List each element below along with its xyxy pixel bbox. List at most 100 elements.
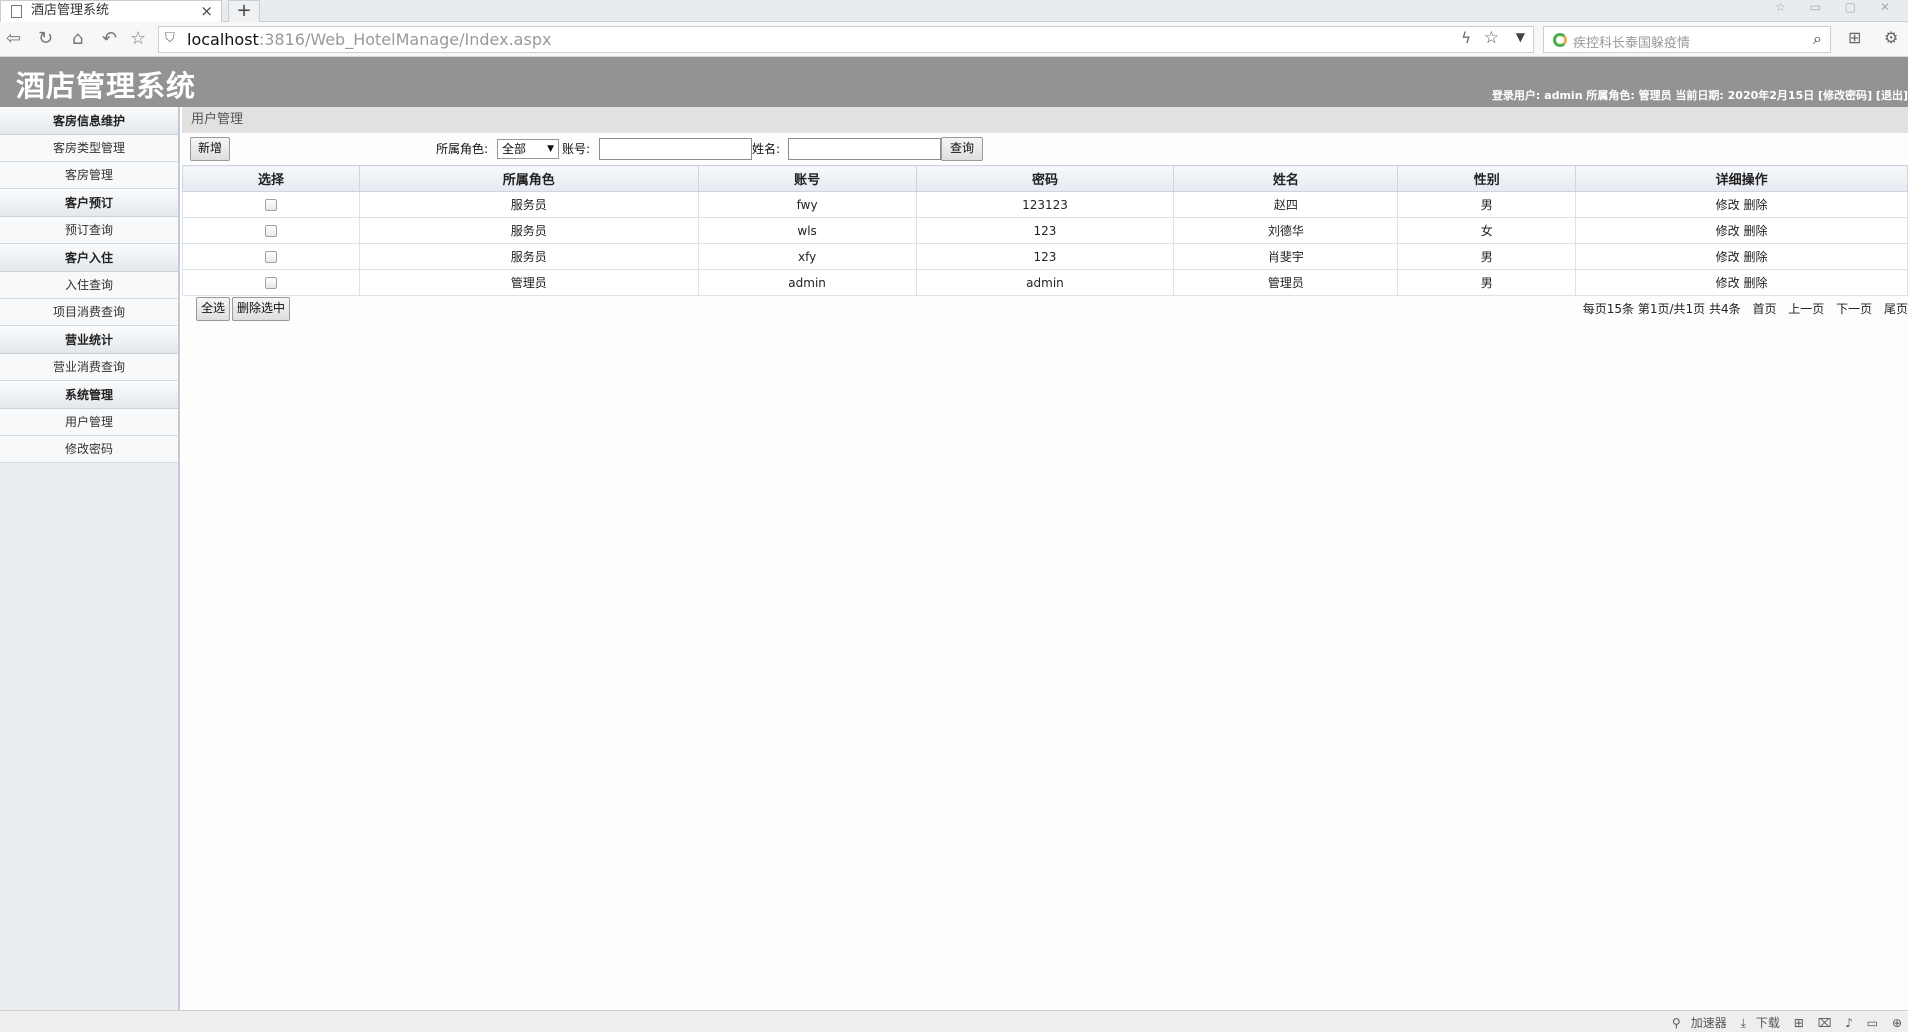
- edit-link[interactable]: 修改: [1716, 250, 1740, 264]
- row-name: 管理员: [1173, 269, 1399, 296]
- row-name: 肖斐宇: [1173, 243, 1399, 270]
- app-header: 酒店管理系统 登录用户: admin 所属角色: 管理员 当前日期: 2020年…: [0, 57, 1908, 107]
- accelerator-icon[interactable]: ⚲: [1672, 1016, 1681, 1030]
- row-gender: 男: [1397, 191, 1577, 218]
- user-table: 选择 所属角色 账号 密码 姓名 性别 详细操作 服务员 fwy 123123 …: [182, 165, 1908, 296]
- screen-icon[interactable]: ▭: [1867, 1016, 1878, 1030]
- add-button[interactable]: 新增: [190, 137, 230, 161]
- speaker-icon[interactable]: ♪: [1845, 1016, 1853, 1030]
- row-role: 服务员: [358, 217, 699, 244]
- breadcrumb: 用户管理: [182, 107, 1908, 133]
- row-checkbox[interactable]: [264, 277, 277, 289]
- close-tab-icon[interactable]: ×: [200, 1, 213, 21]
- search-box[interactable]: 疾控科长泰国躲疫情 ⌕: [1543, 26, 1831, 53]
- account-input[interactable]: [599, 138, 752, 160]
- delete-link[interactable]: 删除: [1743, 198, 1767, 212]
- delete-link[interactable]: 删除: [1743, 250, 1767, 264]
- toolbar: 新增 所属角色: 全部 ▼ 账号: 姓名: 查询: [182, 133, 1908, 169]
- pager-first[interactable]: 首页: [1752, 302, 1776, 316]
- browser-tab[interactable]: 酒店管理系统 ×: [0, 0, 222, 23]
- edit-link[interactable]: 修改: [1716, 198, 1740, 212]
- address-bar[interactable]: ⛉ localhost:3816/Web_HotelManage/Index.a…: [158, 26, 1534, 53]
- pager-prev[interactable]: 上一页: [1788, 302, 1824, 316]
- select-all-button[interactable]: 全选: [196, 297, 230, 321]
- bookmark-star-icon[interactable]: ☆: [1484, 28, 1499, 48]
- zoom-icon[interactable]: ⊕: [1892, 1016, 1902, 1030]
- table-row: 管理员 admin admin 管理员 男 修改 删除: [182, 269, 1908, 296]
- home-icon[interactable]: ⌂: [72, 28, 83, 50]
- app-title: 酒店管理系统: [16, 69, 197, 103]
- pager-last[interactable]: 尾页: [1884, 302, 1908, 316]
- sidebar-item-room-manage[interactable]: 客房管理: [0, 162, 178, 189]
- name-label: 姓名:: [752, 142, 781, 156]
- role-label: 所属角色:: [436, 142, 489, 156]
- sidebar-item-checkin-query[interactable]: 入住查询: [0, 272, 178, 299]
- browser-tabbar: 酒店管理系统 × + ☆ ▭ ▢ ✕: [0, 0, 1908, 23]
- trash-icon[interactable]: ⌧: [1818, 1016, 1832, 1030]
- row-actions: 修改 删除: [1575, 269, 1908, 296]
- tools-icon[interactable]: ⚙: [1884, 28, 1898, 47]
- row-actions: 修改 删除: [1575, 243, 1908, 270]
- delete-link[interactable]: 删除: [1743, 224, 1767, 238]
- refresh-icon[interactable]: ↻: [38, 28, 53, 50]
- back-icon[interactable]: ⇦: [6, 28, 21, 50]
- delete-link[interactable]: 删除: [1743, 276, 1767, 290]
- sidebar-item-booking-query[interactable]: 预订查询: [0, 217, 178, 244]
- download-icon[interactable]: ⤓: [1741, 1016, 1746, 1030]
- table-header-row: 选择 所属角色 账号 密码 姓名 性别 详细操作: [182, 165, 1908, 192]
- user-info[interactable]: 登录用户: admin 所属角色: 管理员 当前日期: 2020年2月15日 […: [1492, 87, 1908, 103]
- row-checkbox[interactable]: [264, 251, 277, 263]
- row-password: 123: [915, 243, 1175, 270]
- sidebar-group-booking[interactable]: 客户预订: [0, 189, 178, 217]
- query-button[interactable]: 查询: [941, 137, 983, 161]
- row-checkbox[interactable]: [264, 199, 277, 211]
- header-gender: 性别: [1397, 165, 1577, 192]
- search-engine-logo-icon: [1553, 33, 1567, 47]
- row-actions: 修改 删除: [1575, 191, 1908, 218]
- row-select-cell: [182, 243, 360, 270]
- row-role: 服务员: [358, 243, 699, 270]
- edit-link[interactable]: 修改: [1716, 276, 1740, 290]
- sidebar-item-revenue-query[interactable]: 营业消费查询: [0, 354, 178, 381]
- sidebar-item-consume-query[interactable]: 项目消费查询: [0, 299, 178, 326]
- pager-info: 每页15条 第1页/共1页 共4条: [1582, 302, 1741, 316]
- plus-box-icon[interactable]: ⊞: [1794, 1016, 1804, 1030]
- row-checkbox[interactable]: [264, 225, 277, 237]
- lightning-icon[interactable]: ϟ: [1461, 29, 1471, 47]
- sidebar-group-system[interactable]: 系统管理: [0, 381, 178, 409]
- pager-next[interactable]: 下一页: [1836, 302, 1872, 316]
- header-actions: 详细操作: [1575, 165, 1908, 192]
- row-role: 服务员: [358, 191, 699, 218]
- row-password: 123: [915, 217, 1175, 244]
- sidebar-item-user-manage[interactable]: 用户管理: [0, 409, 178, 436]
- window-controls[interactable]: ☆ ▭ ▢ ✕: [1775, 0, 1900, 14]
- name-input[interactable]: [788, 138, 941, 160]
- row-account: fwy: [697, 191, 917, 218]
- status-download[interactable]: 下载: [1756, 1016, 1780, 1030]
- shield-icon: ⛉: [165, 31, 175, 46]
- favorite-star-icon[interactable]: ☆: [130, 28, 146, 50]
- chevron-down-icon[interactable]: ▼: [1516, 30, 1525, 44]
- sidebar-group-room-info[interactable]: 客房信息维护: [0, 107, 178, 135]
- search-icon[interactable]: ⌕: [1813, 29, 1822, 49]
- new-tab-button[interactable]: +: [228, 0, 260, 22]
- search-placeholder: 疾控科长泰国躲疫情: [1573, 36, 1691, 51]
- delete-selected-button[interactable]: 删除选中: [232, 297, 290, 321]
- chevron-down-icon: ▼: [547, 144, 554, 154]
- row-select-cell: [182, 191, 360, 218]
- status-items: ⚲ 加速器 ⤓ 下载 ⊞ ⌧ ♪ ▭ ⊕: [1662, 1014, 1902, 1031]
- role-select[interactable]: 全部 ▼: [497, 139, 559, 159]
- row-gender: 男: [1397, 243, 1577, 270]
- sidebar-item-room-type[interactable]: 客房类型管理: [0, 135, 178, 162]
- sidebar-group-checkin[interactable]: 客户入住: [0, 244, 178, 272]
- undo-icon[interactable]: ↶: [102, 28, 117, 50]
- header-select: 选择: [182, 165, 360, 192]
- edit-link[interactable]: 修改: [1716, 224, 1740, 238]
- table-row: 服务员 wls 123 刘德华 女 修改 删除: [182, 217, 1908, 244]
- role-select-value: 全部: [502, 142, 527, 156]
- grid-icon[interactable]: ⊞: [1848, 28, 1861, 47]
- sidebar-item-change-password[interactable]: 修改密码: [0, 436, 178, 463]
- sidebar-group-stats[interactable]: 营业统计: [0, 326, 178, 354]
- row-account: admin: [697, 269, 917, 296]
- status-accelerator[interactable]: 加速器: [1691, 1016, 1727, 1030]
